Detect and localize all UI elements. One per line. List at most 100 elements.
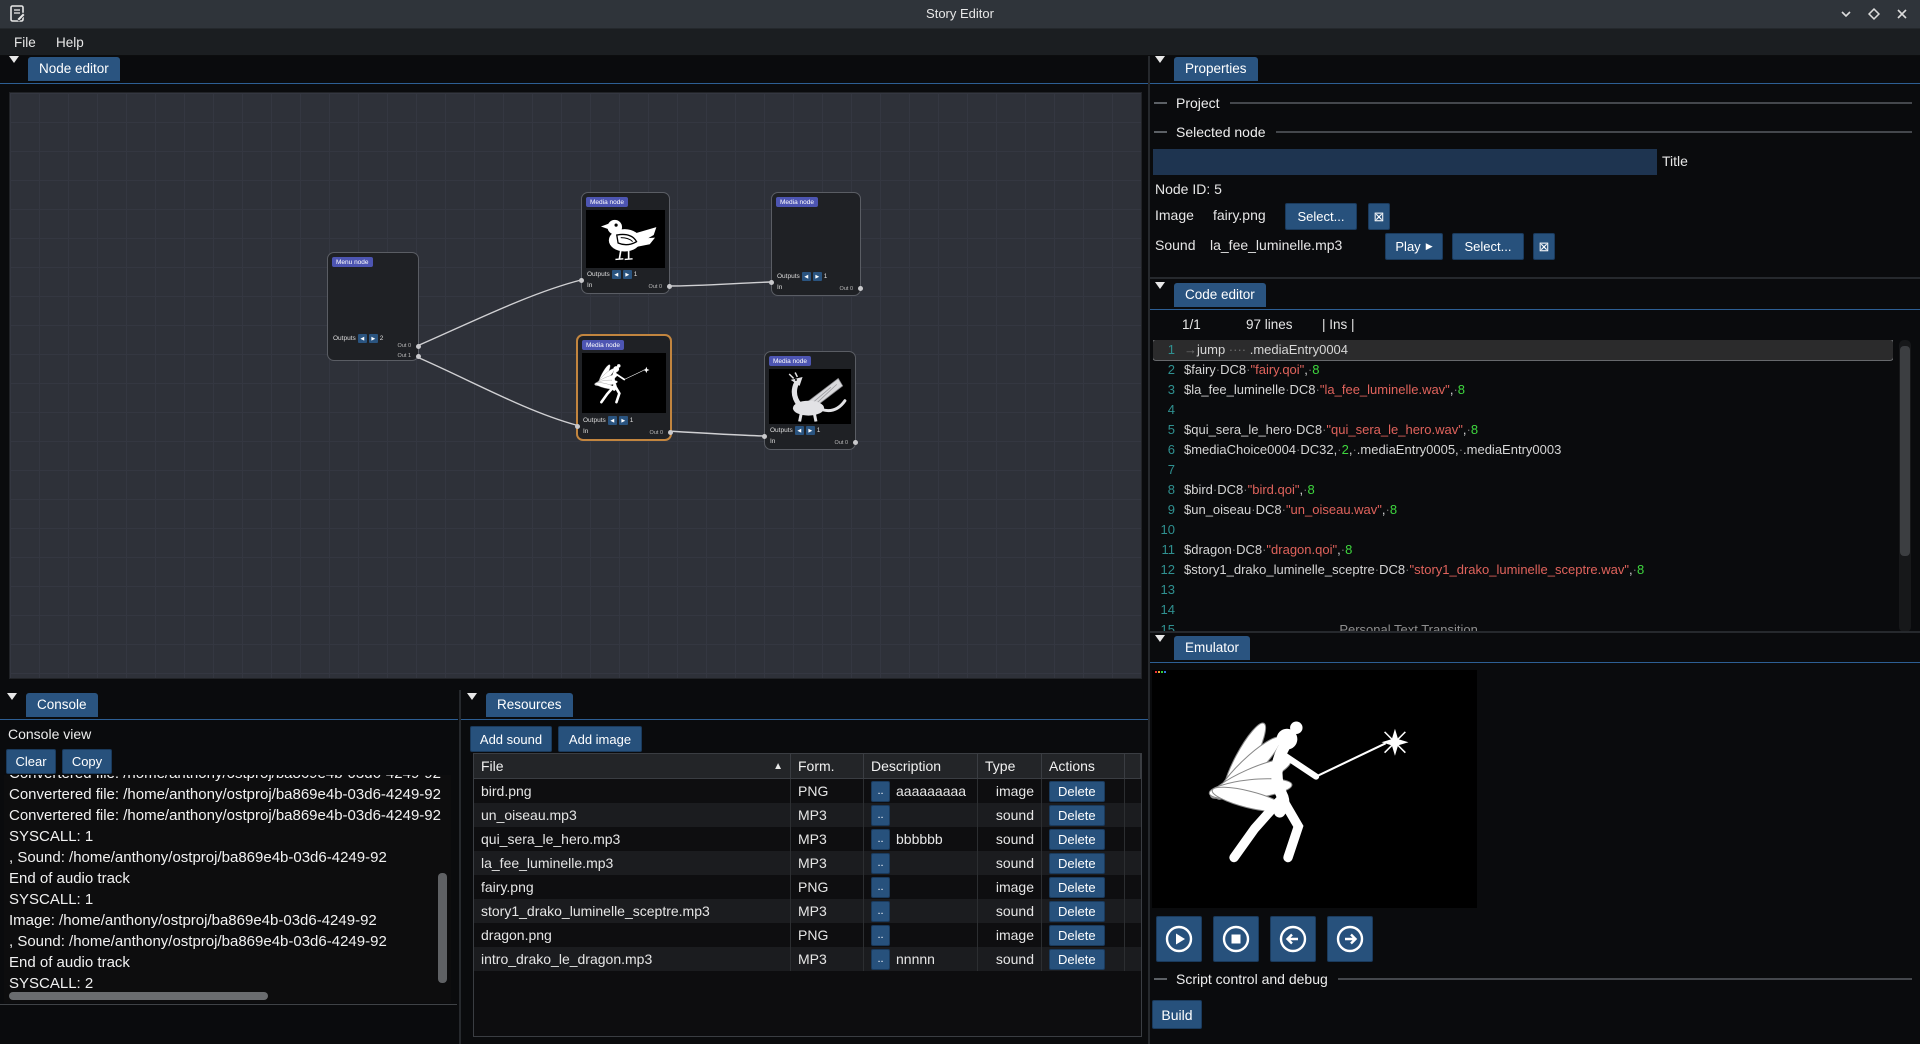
output-port[interactable] — [416, 344, 421, 349]
console-collapse-icon[interactable] — [7, 700, 19, 712]
header-description[interactable]: Description — [864, 754, 978, 778]
add-sound-button[interactable]: Add sound — [470, 726, 552, 752]
code-line[interactable]: 11$dragon·DC8·"dragon.qoi",·8 — [1153, 540, 1893, 560]
input-port[interactable] — [769, 280, 774, 285]
console-hscrollbar[interactable] — [9, 992, 268, 1000]
properties-collapse-icon[interactable] — [1155, 63, 1167, 75]
tab-console[interactable]: Console — [26, 693, 98, 717]
node-media-empty[interactable]: Media node Outputs ◀ ▶ 1 In Out 0 — [771, 192, 861, 296]
code-line[interactable]: 1→jump ···· .mediaEntry0004 — [1153, 340, 1893, 360]
tab-code-editor[interactable]: Code editor — [1174, 283, 1266, 307]
delete-button[interactable]: Delete — [1049, 877, 1105, 898]
table-row[interactable]: fairy.pngPNG..imageDelete — [474, 875, 1141, 899]
table-row[interactable]: qui_sera_le_hero.mp3MP3..bbbbbbsoundDele… — [474, 827, 1141, 851]
delete-button[interactable]: Delete — [1049, 805, 1105, 826]
maximize-button[interactable] — [1866, 7, 1882, 21]
clear-button[interactable]: Clear — [6, 749, 56, 774]
emulator-collapse-icon[interactable] — [1155, 642, 1167, 654]
delete-button[interactable]: Delete — [1049, 925, 1105, 946]
table-row[interactable]: dragon.pngPNG..imageDelete — [474, 923, 1141, 947]
table-row[interactable]: la_fee_luminelle.mp3MP3..soundDelete — [474, 851, 1141, 875]
edit-description-button[interactable]: .. — [871, 877, 890, 898]
emulator-play-button[interactable] — [1156, 916, 1202, 962]
header-form[interactable]: Form. — [791, 754, 864, 778]
emulator-step-forward-button[interactable] — [1327, 916, 1373, 962]
code-editor-area[interactable]: 1→jump ···· .mediaEntry00042$fairy·DC8·"… — [1153, 340, 1893, 631]
code-line[interactable]: 5$qui_sera_le_hero·DC8·"qui_sera_le_hero… — [1153, 420, 1893, 440]
outputs-increment-button[interactable]: ▶ — [806, 426, 815, 435]
title-input[interactable] — [1153, 149, 1657, 175]
code-line[interactable]: 4 — [1153, 400, 1893, 420]
emulator-stop-button[interactable] — [1213, 916, 1259, 962]
outputs-decrement-button[interactable]: ◀ — [612, 270, 621, 279]
delete-button[interactable]: Delete — [1049, 901, 1105, 922]
code-line[interactable]: 13 — [1153, 580, 1893, 600]
tab-node-editor[interactable]: Node editor — [28, 57, 120, 81]
resources-collapse-icon[interactable] — [467, 700, 479, 712]
output-port[interactable] — [858, 286, 863, 291]
table-row[interactable]: un_oiseau.mp3MP3..soundDelete — [474, 803, 1141, 827]
outputs-increment-button[interactable]: ▶ — [623, 270, 632, 279]
delete-button[interactable]: Delete — [1049, 949, 1105, 970]
node-media-dragon[interactable]: Media node Outputs ◀ — [764, 351, 856, 450]
sound-select-button[interactable]: Select... — [1452, 233, 1524, 260]
sound-clear-button[interactable]: ⊠ — [1533, 233, 1555, 260]
image-select-button[interactable]: Select... — [1285, 203, 1357, 230]
node-media-bird[interactable]: Media node Outputs — [581, 192, 670, 294]
code-editor-collapse-icon[interactable] — [1155, 289, 1167, 301]
edit-description-button[interactable]: .. — [871, 949, 890, 970]
header-type[interactable]: Type — [978, 754, 1042, 778]
outputs-decrement-button[interactable]: ◀ — [795, 426, 804, 435]
play-button[interactable]: Play▶ — [1385, 233, 1443, 260]
edit-description-button[interactable]: .. — [871, 853, 890, 874]
node-media-fairy[interactable]: Media node — [576, 334, 672, 441]
code-line[interactable]: 14 — [1153, 600, 1893, 620]
edit-description-button[interactable]: .. — [871, 781, 890, 802]
outputs-decrement-button[interactable]: ◀ — [358, 334, 367, 343]
add-image-button[interactable]: Add image — [558, 726, 642, 752]
output-port[interactable] — [416, 354, 421, 359]
tab-emulator[interactable]: Emulator — [1174, 636, 1250, 660]
node-editor-canvas[interactable]: Menu node Outputs ◀ ▶ 2 Out 0 Out 1 Medi… — [9, 92, 1142, 679]
edit-description-button[interactable]: .. — [871, 901, 890, 922]
table-row[interactable]: bird.pngPNG..aaaaaaaaaimageDelete — [474, 779, 1141, 803]
minimize-button[interactable] — [1838, 7, 1854, 21]
output-port[interactable] — [667, 284, 672, 289]
delete-button[interactable]: Delete — [1049, 829, 1105, 850]
code-line[interactable]: 10 — [1153, 520, 1893, 540]
console-vscrollbar[interactable] — [438, 873, 447, 983]
edit-description-button[interactable]: .. — [871, 925, 890, 946]
delete-button[interactable]: Delete — [1049, 781, 1105, 802]
code-line[interactable]: 2$fairy·DC8·"fairy.qoi",·8 — [1153, 360, 1893, 380]
table-row[interactable]: story1_drako_luminelle_sceptre.mp3MP3..s… — [474, 899, 1141, 923]
outputs-increment-button[interactable]: ▶ — [619, 416, 628, 425]
emulator-step-back-button[interactable] — [1270, 916, 1316, 962]
code-line[interactable]: 9$un_oiseau·DC8·"un_oiseau.wav",·8 — [1153, 500, 1893, 520]
tab-properties[interactable]: Properties — [1174, 57, 1258, 81]
code-line[interactable]: 3$la_fee_luminelle·DC8·"la_fee_luminelle… — [1153, 380, 1893, 400]
copy-button[interactable]: Copy — [62, 749, 112, 774]
code-line[interactable]: 7 — [1153, 460, 1893, 480]
tab-resources[interactable]: Resources — [486, 693, 573, 717]
input-port[interactable] — [575, 424, 580, 429]
code-line[interactable]: 15 Personal Text Transition — [1153, 620, 1893, 631]
code-line[interactable]: 8$bird·DC8·"bird.qoi",·8 — [1153, 480, 1893, 500]
node-menu[interactable]: Menu node Outputs ◀ ▶ 2 Out 0 Out 1 — [327, 252, 419, 361]
close-button[interactable] — [1894, 7, 1910, 21]
header-actions[interactable]: Actions — [1042, 754, 1125, 778]
outputs-decrement-button[interactable]: ◀ — [608, 416, 617, 425]
input-port[interactable] — [762, 434, 767, 439]
menu-help[interactable]: Help — [50, 33, 90, 52]
build-button[interactable]: Build — [1152, 1000, 1202, 1029]
delete-button[interactable]: Delete — [1049, 853, 1105, 874]
outputs-decrement-button[interactable]: ◀ — [802, 272, 811, 281]
outputs-increment-button[interactable]: ▶ — [369, 334, 378, 343]
output-port[interactable] — [853, 440, 858, 445]
outputs-increment-button[interactable]: ▶ — [813, 272, 822, 281]
code-line[interactable]: 6$mediaChoice0004·DC32,·2,·.mediaEntry00… — [1153, 440, 1893, 460]
image-clear-button[interactable]: ⊠ — [1368, 203, 1390, 230]
input-port[interactable] — [579, 278, 584, 283]
table-row[interactable]: intro_drako_le_dragon.mp3MP3..nnnnnsound… — [474, 947, 1141, 971]
node-editor-collapse-icon[interactable] — [9, 63, 21, 75]
edit-description-button[interactable]: .. — [871, 805, 890, 826]
